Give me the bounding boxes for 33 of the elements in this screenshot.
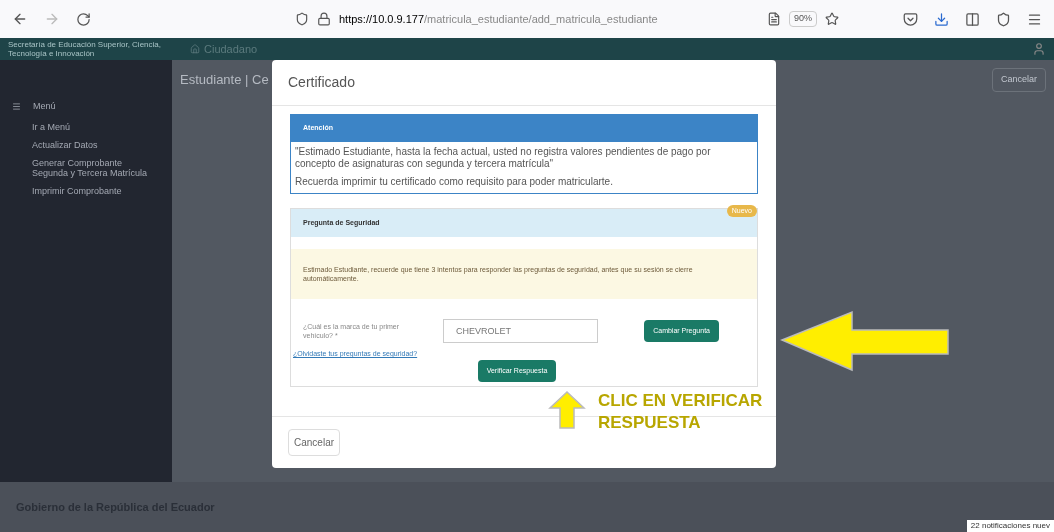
org-name: Secretaría de Educación Superior, Ciencia, Tecnología e Innovación: [8, 40, 162, 58]
modal-title: Certificado: [272, 60, 776, 106]
menu-icon: [12, 102, 21, 112]
pocket-icon[interactable]: [903, 11, 918, 27]
extension-icon[interactable]: [996, 11, 1011, 27]
sidebar-menu-label[interactable]: Menú: [33, 100, 56, 114]
shield-icon: [295, 12, 309, 26]
menu-icon[interactable]: [1027, 11, 1042, 27]
sidebar-item[interactable]: Imprimir Comprobante: [12, 185, 160, 196]
sidebar-item[interactable]: Ir a Menú: [12, 121, 160, 132]
back-icon[interactable]: [12, 11, 28, 27]
arrow-icon: [780, 310, 952, 374]
alert-reminder: Recuerda imprimir tu certificado como requisito para poder matricularte.: [294, 174, 614, 189]
page-title: Estudiante | Ce: [180, 71, 269, 89]
reader-icon[interactable]: [767, 12, 781, 26]
arrow-icon: [548, 390, 586, 430]
answer-field[interactable]: CHEVROLET: [443, 319, 598, 343]
cancel-button[interactable]: Cancelar: [991, 68, 1046, 92]
alert-message: "Estimado Estudiante, hasta la fecha actual, usted no registra valores pendientes de pago por concepto de asignaturas con segunda y tercera matrícula": [294, 144, 712, 170]
address-bar[interactable]: https://10.0.9.177/matricula_estudiante/add_matricula_estudiante 90%: [287, 5, 847, 33]
sidebar-icon[interactable]: [965, 11, 980, 27]
annotation-text: CLIC EN VERIFICAR RESPUESTA: [598, 390, 764, 434]
notification-toast: 22 notificaciones nuev: [966, 520, 1054, 532]
zoom-level[interactable]: 90%: [789, 11, 817, 27]
url-text: https://10.0.9.177/matricula_estudiante/add_matricula_estudiante: [339, 11, 658, 27]
download-icon[interactable]: [934, 11, 949, 27]
lock-icon: [317, 12, 331, 26]
reload-icon[interactable]: [76, 11, 91, 27]
sidebar-item[interactable]: Generar Comprobante Segunda y Tercera Matrícula: [12, 157, 160, 178]
cancel-button[interactable]: Cancelar: [288, 429, 341, 456]
bookmark-icon[interactable]: [825, 12, 839, 26]
sidebar-item[interactable]: Actualizar Datos: [12, 139, 160, 150]
avatar-icon[interactable]: [1032, 42, 1046, 56]
